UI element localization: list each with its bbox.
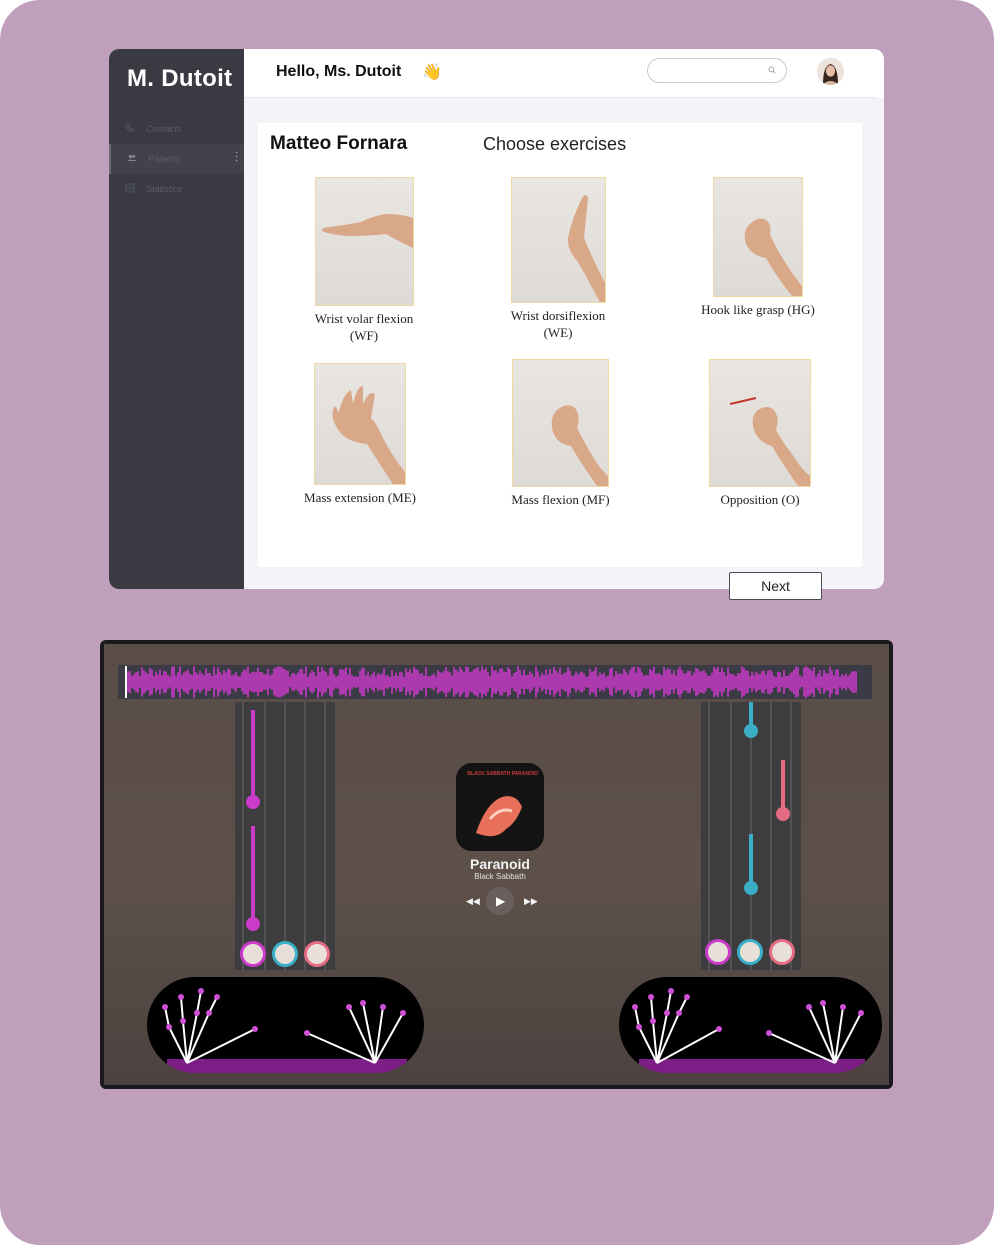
- exercise-photo: [314, 177, 414, 306]
- sidebar-item-label: Patients: [148, 154, 181, 164]
- waveform-graphic: [125, 666, 857, 698]
- search-input[interactable]: [647, 58, 787, 83]
- chart-icon: [125, 183, 135, 193]
- exercise-mass-extension[interactable]: Mass extension (ME): [286, 363, 434, 506]
- hand-opposition-icon: [729, 397, 810, 486]
- more-vertical-icon[interactable]: · · ·: [235, 148, 238, 166]
- hand-skeleton-graphic: [162, 988, 407, 1073]
- exercise-photo: [709, 359, 811, 487]
- hand-skeleton-graphic: [632, 988, 865, 1073]
- exercise-label: Hook like grasp (HG): [701, 302, 815, 317]
- sidebar: M. Dutoit Contacts Patients · · · Statisti…: [109, 49, 246, 589]
- rewind-icon[interactable]: ◀◀: [466, 896, 480, 907]
- background-frame: M. Dutoit Contacts Patients · · · Statisti…: [0, 0, 994, 1245]
- hand-mass-flexion-icon: [551, 405, 608, 486]
- exercise-label: Wrist dorsiflexion: [510, 308, 606, 323]
- exercise-mass-flexion[interactable]: Mass flexion (MF): [488, 359, 633, 508]
- left-lanes-graphic: [242, 702, 326, 970]
- greeting: Hello, Ms. Dutoit: [276, 63, 402, 80]
- exercise-label: Opposition (O): [720, 492, 800, 507]
- exercise-photo: [314, 363, 406, 485]
- sidebar-item-contacts[interactable]: Contacts: [109, 114, 244, 144]
- fast-forward-icon[interactable]: ▶▶: [524, 896, 538, 907]
- left-hand-tracking-panel: [147, 977, 424, 1073]
- target-grasp-right[interactable]: [769, 939, 795, 965]
- target-volar-flexion-right[interactable]: [705, 939, 731, 965]
- album-cover: BLACK SABBATH PARANOID: [456, 763, 544, 851]
- exercise-label: Wrist volar flexion: [314, 311, 414, 326]
- section-title: Choose exercises: [483, 134, 627, 154]
- exercise-code: (WF): [349, 328, 379, 343]
- right-hand-tracking-panel: [619, 977, 882, 1073]
- sidebar-item-patients[interactable]: Patients · · ·: [109, 144, 246, 174]
- hand-hook-grasp-icon: [744, 218, 802, 296]
- brand-name: M. Dutoit: [127, 65, 233, 92]
- top-bar: Hello, Ms. Dutoit 👋: [244, 49, 876, 98]
- exercise-label: Mass flexion (MF): [511, 492, 610, 507]
- right-lanes-graphic: [708, 702, 792, 970]
- hand-volar-flexion-icon: [321, 214, 413, 248]
- exercise-photo: [512, 359, 609, 487]
- exercise-photo: [510, 177, 606, 303]
- exercise-wrist-dorsiflexion[interactable]: Wrist dorsiflexion (WE): [488, 177, 628, 341]
- sidebar-item-label: Statistics: [146, 184, 183, 194]
- search-icon[interactable]: [768, 66, 776, 74]
- exercise-label: Mass extension (ME): [304, 490, 416, 505]
- users-icon: [127, 154, 137, 161]
- phone-icon: [126, 123, 135, 132]
- play-icon: ▶: [496, 894, 506, 908]
- exercise-selection-card: Matteo Fornara Choose exercises Wrist vo…: [258, 123, 862, 600]
- target-dorsiflexion-right[interactable]: [737, 939, 763, 965]
- waving-hand-icon: 👋: [422, 64, 442, 81]
- hand-mass-extension-icon: [332, 386, 405, 484]
- play-button[interactable]: ▶: [486, 887, 514, 915]
- left-note-lanes: [235, 702, 335, 970]
- song-artist: Black Sabbath: [474, 872, 526, 881]
- song-title: Paranoid: [470, 856, 530, 872]
- rhythm-game-window: BLACK SABBATH PARANOID Paranoid Black Sa…: [100, 640, 893, 1089]
- patient-name: Matteo Fornara: [270, 133, 408, 154]
- user-photo: [817, 58, 844, 85]
- hand-dorsiflexion-icon: [567, 195, 605, 302]
- exercise-code: (WE): [543, 325, 573, 340]
- album-title-text: BLACK SABBATH PARANOID: [467, 771, 538, 777]
- avatar[interactable]: [817, 58, 844, 85]
- exercise-photo: [713, 177, 803, 297]
- right-note-lanes: [701, 702, 801, 970]
- target-volar-flexion-left[interactable]: [240, 941, 266, 967]
- sidebar-item-statistics[interactable]: Statistics: [109, 174, 244, 204]
- target-dorsiflexion-left[interactable]: [272, 941, 298, 967]
- exercise-hook-like-grasp[interactable]: Hook like grasp (HG): [683, 177, 833, 318]
- exercise-opposition[interactable]: Opposition (O): [686, 359, 834, 508]
- sidebar-item-label: Contacts: [146, 124, 182, 134]
- target-grasp-left[interactable]: [304, 941, 330, 967]
- exercise-wrist-volar-flexion[interactable]: Wrist volar flexion (WF): [288, 177, 440, 344]
- song-waveform[interactable]: [118, 665, 872, 699]
- next-button[interactable]: Next: [729, 572, 822, 600]
